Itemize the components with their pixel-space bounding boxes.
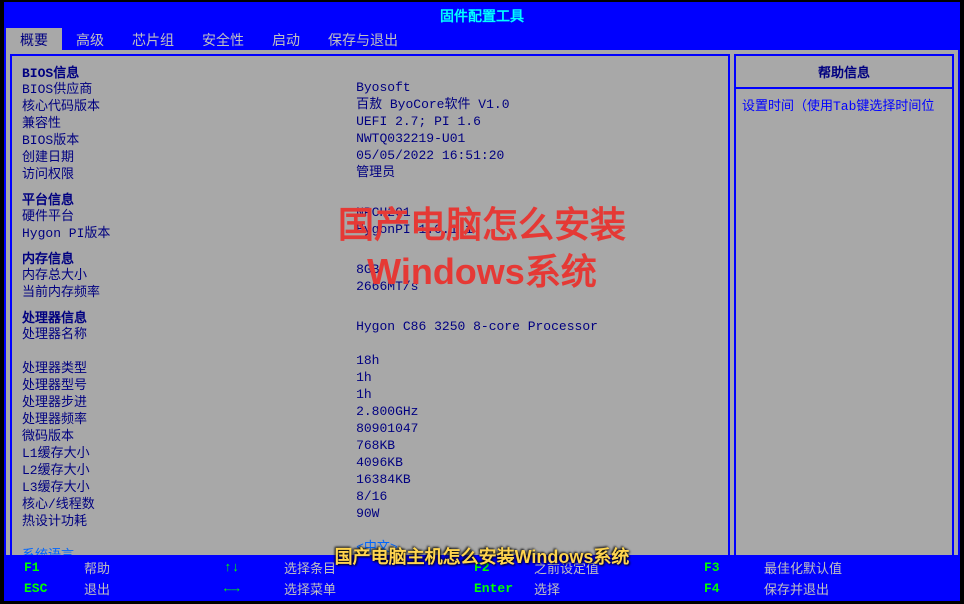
spacer-v (356, 62, 718, 79)
help-panel: 帮助信息 设置时间（使用Tab键选择时间位 (734, 54, 954, 574)
cpu-type-value: 18h (356, 352, 718, 369)
tab-advanced[interactable]: 高级 (62, 28, 118, 50)
bios-section-header: BIOS信息 (22, 62, 356, 81)
label-select-item: 选择条目 (284, 558, 364, 577)
bios-window: 固件配置工具 概要 高级 芯片组 安全性 启动 保存与退出 BIOS信息 BIO… (4, 2, 960, 578)
core-version-label: 核心代码版本 (22, 98, 356, 115)
label-select: 选择 (534, 579, 614, 598)
key-f1: F1 (24, 560, 74, 575)
access-label: 访问权限 (22, 166, 356, 183)
key-enter: Enter (474, 581, 524, 596)
cpu-stepping-value: 1h (356, 386, 718, 403)
help-content: 设置时间（使用Tab键选择时间位 (736, 89, 952, 120)
label-exit: 退出 (84, 579, 164, 598)
label-select-menu: 选择菜单 (284, 579, 364, 598)
bios-vendor-value: Byosoft (356, 79, 718, 96)
footer-row-2: ESC 退出 ←→ 选择菜单 Enter 选择 F4 保存并退出 (4, 578, 960, 599)
spacer-v5 (356, 522, 718, 539)
mem-freq-value: 2666MT/s (356, 278, 718, 295)
cpu-freq-value: 2.800GHz (356, 403, 718, 420)
hygon-pi-value: HygonPI 1.0.1.1 (356, 221, 718, 238)
l1-label: L1缓存大小 (22, 445, 356, 462)
key-updown: ↑↓ (224, 560, 274, 575)
label-save-exit: 保存并退出 (764, 579, 844, 598)
microcode-value: 80901047 (356, 420, 718, 437)
build-date-label: 创建日期 (22, 149, 356, 166)
label-defaults: 最佳化默认值 (764, 558, 844, 577)
labels-column: BIOS信息 BIOS供应商 核心代码版本 兼容性 BIOS版本 创建日期 访问… (22, 62, 356, 566)
footer-row-1: F1 帮助 ↑↓ 选择条目 F2 之前设定值 F3 最佳化默认值 (4, 557, 960, 578)
bios-version-value: NWTQ032219-U01 (356, 130, 718, 147)
tab-bar: 概要 高级 芯片组 安全性 启动 保存与退出 (6, 28, 958, 50)
key-f2: F2 (474, 560, 524, 575)
tab-exit[interactable]: 保存与退出 (314, 28, 412, 50)
cores-label: 核心/线程数 (22, 496, 356, 513)
access-value: 管理员 (356, 164, 718, 181)
tab-boot[interactable]: 启动 (258, 28, 314, 50)
platform-section-header: 平台信息 (22, 189, 356, 208)
tab-security[interactable]: 安全性 (188, 28, 258, 50)
hw-platform-label: 硬件平台 (22, 208, 356, 225)
cpu-spacer (22, 343, 356, 360)
help-title: 帮助信息 (736, 56, 952, 89)
bios-version-label: BIOS版本 (22, 132, 356, 149)
label-previous: 之前设定值 (534, 558, 614, 577)
system-language-value[interactable]: <中文> (356, 539, 718, 556)
core-version-value: 百敖 ByoCore软件 V1.0 (356, 96, 718, 113)
compat-label: 兼容性 (22, 115, 356, 132)
cpu-section-header: 处理器信息 (22, 307, 356, 326)
compat-value: UEFI 2.7; PI 1.6 (356, 113, 718, 130)
mem-total-value: 8GB (356, 261, 718, 278)
window-title: 固件配置工具 (6, 4, 958, 28)
mem-total-label: 内存总大小 (22, 267, 356, 284)
cores-value: 8/16 (356, 488, 718, 505)
l3-label: L3缓存大小 (22, 479, 356, 496)
build-date-value: 05/05/2022 16:51:20 (356, 147, 718, 164)
tab-summary[interactable]: 概要 (6, 28, 62, 50)
l2-value: 4096KB (356, 454, 718, 471)
cpu-stepping-label: 处理器步进 (22, 394, 356, 411)
footer-bar: F1 帮助 ↑↓ 选择条目 F2 之前设定值 F3 最佳化默认值 ESC 退出 ←→ 选择菜… (4, 555, 960, 601)
tab-chipset[interactable]: 芯片组 (118, 28, 188, 50)
hw-platform-value: NPCH201 (356, 204, 718, 221)
bios-vendor-label: BIOS供应商 (22, 81, 356, 98)
cpu-model-label: 处理器型号 (22, 377, 356, 394)
content-area: BIOS信息 BIOS供应商 核心代码版本 兼容性 BIOS版本 创建日期 访问… (6, 50, 958, 578)
spacer-v2 (356, 187, 718, 204)
values-column: Byosoft 百敖 ByoCore软件 V1.0 UEFI 2.7; PI 1… (356, 62, 718, 566)
key-esc: ESC (24, 581, 74, 596)
l2-label: L2缓存大小 (22, 462, 356, 479)
spacer-v4 (356, 301, 718, 318)
key-f4: F4 (704, 581, 754, 596)
spacer (22, 530, 356, 547)
tdp-label: 热设计功耗 (22, 513, 356, 530)
label-help: 帮助 (84, 558, 164, 577)
spacer-v3 (356, 244, 718, 261)
cpu-name-label: 处理器名称 (22, 326, 356, 343)
main-panel: BIOS信息 BIOS供应商 核心代码版本 兼容性 BIOS版本 创建日期 访问… (10, 54, 730, 574)
l1-value: 768KB (356, 437, 718, 454)
l3-value: 16384KB (356, 471, 718, 488)
mem-freq-label: 当前内存频率 (22, 284, 356, 301)
memory-section-header: 内存信息 (22, 248, 356, 267)
cpu-freq-label: 处理器频率 (22, 411, 356, 428)
cpu-type-label: 处理器类型 (22, 360, 356, 377)
tdp-value: 90W (356, 505, 718, 522)
key-f3: F3 (704, 560, 754, 575)
cpu-name-value: Hygon C86 3250 8-core Processor (356, 318, 718, 352)
key-leftright: ←→ (224, 581, 274, 596)
hygon-pi-label: Hygon PI版本 (22, 225, 356, 242)
microcode-label: 微码版本 (22, 428, 356, 445)
cpu-model-value: 1h (356, 369, 718, 386)
